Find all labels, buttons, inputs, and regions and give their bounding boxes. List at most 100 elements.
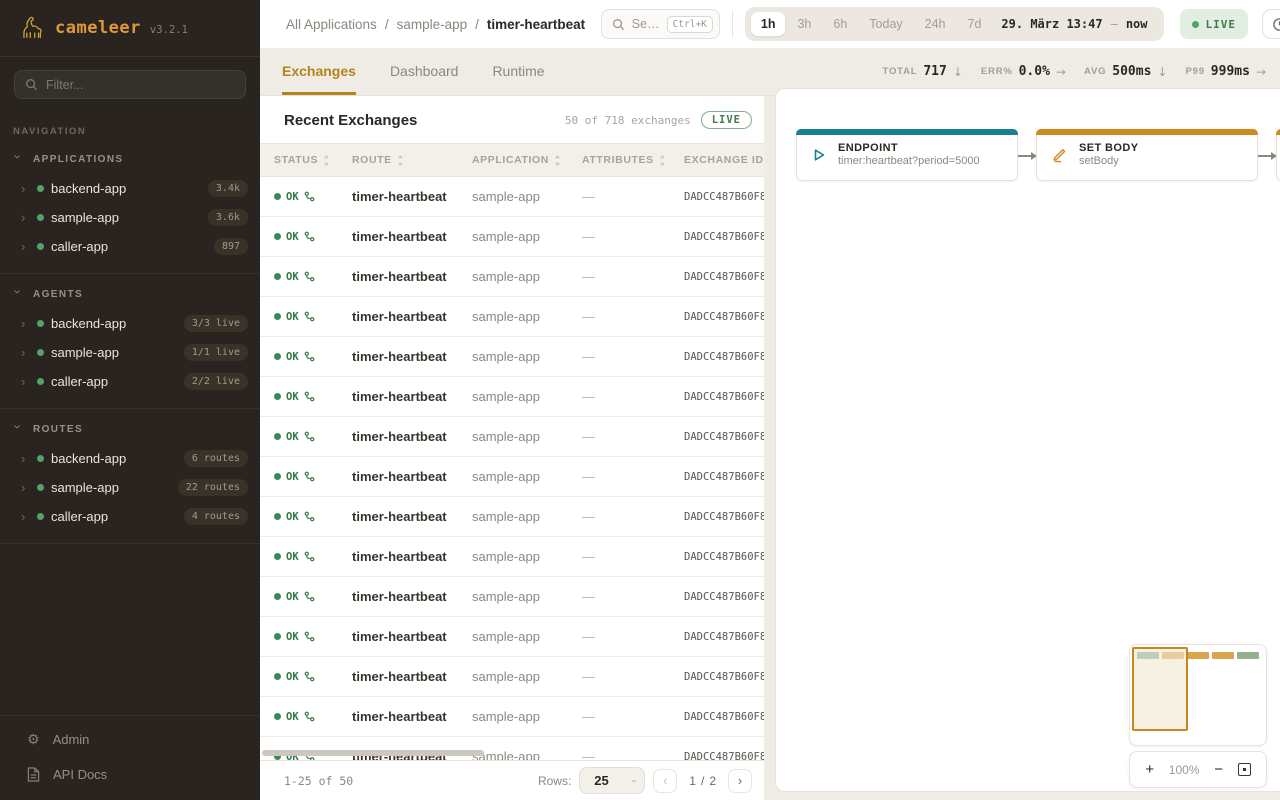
table-row[interactable]: OK timer-heartbeat sample-app — DADCC487… [260, 457, 764, 497]
status-cell: OK [274, 191, 352, 203]
sidebar-filter-input[interactable]: Filter... [14, 70, 246, 99]
exchanges-panel: Recent Exchanges 50 of 718 exchanges LIV… [260, 96, 764, 800]
column-header[interactable]: APPLICATION [472, 154, 582, 166]
section-header-agents[interactable]: › AGENTS [0, 278, 260, 309]
sidebar-item-route[interactable]: › backend-app 6 routes [0, 444, 260, 473]
table-row[interactable]: OK timer-heartbeat sample-app — DADCC487… [260, 217, 764, 257]
minimap[interactable] [1129, 644, 1267, 746]
table-row[interactable]: OK timer-heartbeat sample-app — DADCC487… [260, 177, 764, 217]
sidebar-item-agent[interactable]: › caller-app 2/2 live [0, 367, 260, 396]
flow-node-partial[interactable] [1276, 129, 1280, 181]
table-footer: 1-25 of 50 Rows: 25 › ‹ 1 / 2 › [260, 760, 764, 800]
status-cell: OK [274, 391, 352, 403]
column-header[interactable]: EXCHANGE ID [684, 154, 764, 166]
previous-page-button[interactable]: ‹ [653, 769, 677, 793]
zoom-in-button[interactable]: + [1145, 762, 1154, 777]
count-badge: 897 [214, 238, 248, 255]
main-area: All Applications / sample-app / timer-he… [260, 0, 1280, 800]
time-display[interactable]: 29. März 13:47 – now [1001, 17, 1147, 31]
sidebar-item-application[interactable]: › sample-app 3.6k [0, 203, 260, 232]
table-header-row: STATUS ROUTE APPLICATION ATTRIBUTES [260, 143, 764, 177]
sort-icon [659, 155, 666, 166]
flow-node-set-body[interactable]: SET BODY setBody [1036, 129, 1258, 181]
table-row[interactable]: OK timer-heartbeat sample-app — DADCC487… [260, 697, 764, 737]
rows-per-page-select[interactable]: 25 › [579, 767, 645, 794]
sidebar-item-agent[interactable]: › backend-app 3/3 live [0, 309, 260, 338]
section-header-routes[interactable]: › ROUTES [0, 413, 260, 444]
table-row[interactable]: OK timer-heartbeat sample-app — DADCC487… [260, 337, 764, 377]
trend-arrow-icon: → [1056, 65, 1066, 79]
column-header[interactable]: ATTRIBUTES [582, 154, 684, 166]
table-row[interactable]: OK timer-heartbeat sample-app — DADCC487… [260, 657, 764, 697]
next-page-button[interactable]: › [728, 769, 752, 793]
trend-arrow-icon: ↓ [1157, 65, 1167, 79]
table-row[interactable]: OK timer-heartbeat sample-app — DADCC487… [260, 737, 764, 760]
flow-node-endpoint[interactable]: ENDPOINT timer:heartbeat?period=5000 [796, 129, 1018, 181]
trace-icon [304, 311, 315, 322]
column-header[interactable]: STATUS [274, 154, 352, 166]
trend-arrow-icon: ↓ [953, 65, 963, 79]
ok-dot [274, 273, 281, 280]
table-row[interactable]: OK timer-heartbeat sample-app — DADCC487… [260, 537, 764, 577]
status-dot [37, 484, 44, 491]
section-routes: › ROUTES › backend-app 6 routes › sample… [0, 413, 260, 531]
stat-item: ERR% 0.0% → [981, 64, 1066, 79]
table-row[interactable]: OK timer-heartbeat sample-app — DADCC487… [260, 377, 764, 417]
table-row[interactable]: OK timer-heartbeat sample-app — DADCC487… [260, 577, 764, 617]
status-dot [37, 243, 44, 250]
column-header[interactable]: ROUTE [352, 154, 472, 166]
tab[interactable]: Runtime [492, 48, 544, 95]
trace-icon [304, 671, 315, 682]
sidebar-item-api-docs[interactable]: API Docs [0, 757, 260, 792]
breadcrumb: All Applications / sample-app / timer-he… [286, 17, 585, 32]
play-icon [811, 147, 827, 163]
tab[interactable]: Exchanges [282, 48, 356, 95]
time-range-button[interactable]: 24h [915, 12, 956, 36]
chevron-right-icon: › [21, 509, 37, 524]
live-badge: 3/3 live [184, 315, 248, 332]
zoom-out-button[interactable]: − [1214, 762, 1223, 777]
status-dot [37, 349, 44, 356]
live-indicator[interactable]: LIVE [1180, 9, 1249, 39]
minimap-viewport[interactable] [1132, 647, 1188, 731]
global-search-input[interactable]: Se… Ctrl+K [601, 9, 720, 39]
route-diagram-panel: ENDPOINT timer:heartbeat?period=5000 SET… [775, 88, 1280, 792]
node-color-bar [1276, 129, 1280, 135]
table-row[interactable]: OK timer-heartbeat sample-app — DADCC487… [260, 497, 764, 537]
table-row[interactable]: OK timer-heartbeat sample-app — DADCC487… [260, 297, 764, 337]
sidebar-item-route[interactable]: › caller-app 4 routes [0, 502, 260, 531]
trace-icon [304, 351, 315, 362]
trace-icon [304, 191, 315, 202]
breadcrumb-sample-app[interactable]: sample-app [397, 17, 468, 32]
sidebar-item-route[interactable]: › sample-app 22 routes [0, 473, 260, 502]
time-range-button[interactable]: 7d [958, 12, 992, 36]
time-range-button[interactable]: Today [859, 12, 912, 36]
time-range-button[interactable]: 1h [751, 12, 786, 36]
sidebar-item-application[interactable]: › backend-app 3.4k [0, 174, 260, 203]
table-row[interactable]: OK timer-heartbeat sample-app — DADCC487… [260, 417, 764, 457]
time-range-button[interactable]: 6h [823, 12, 857, 36]
minimap-node-bar [1237, 652, 1259, 659]
status-dot [37, 378, 44, 385]
sidebar-item-application[interactable]: › caller-app 897 [0, 232, 260, 261]
zoom-controls: + 100% − [1129, 751, 1267, 788]
ok-dot [274, 593, 281, 600]
time-range-button[interactable]: 3h [787, 12, 821, 36]
fit-view-icon[interactable] [1238, 763, 1251, 776]
table-row[interactable]: OK timer-heartbeat sample-app — DADCC487… [260, 617, 764, 657]
divider [0, 408, 260, 409]
sidebar-item-admin[interactable]: ⚙ Admin [0, 722, 260, 757]
horizontal-scrollbar[interactable] [262, 750, 484, 756]
tab[interactable]: Dashboard [390, 48, 459, 95]
rows-label: Rows: [538, 774, 571, 788]
stat-item: TOTAL 717 ↓ [883, 64, 963, 79]
ok-dot [274, 673, 281, 680]
clock-button[interactable] [1262, 9, 1280, 39]
breadcrumb-all-applications[interactable]: All Applications [286, 17, 377, 32]
ok-dot [274, 393, 281, 400]
ok-dot [274, 513, 281, 520]
sidebar-item-agent[interactable]: › sample-app 1/1 live [0, 338, 260, 367]
exchange-count: 50 of 718 exchanges [565, 114, 691, 127]
section-header-applications[interactable]: › APPLICATIONS [0, 143, 260, 174]
table-row[interactable]: OK timer-heartbeat sample-app — DADCC487… [260, 257, 764, 297]
